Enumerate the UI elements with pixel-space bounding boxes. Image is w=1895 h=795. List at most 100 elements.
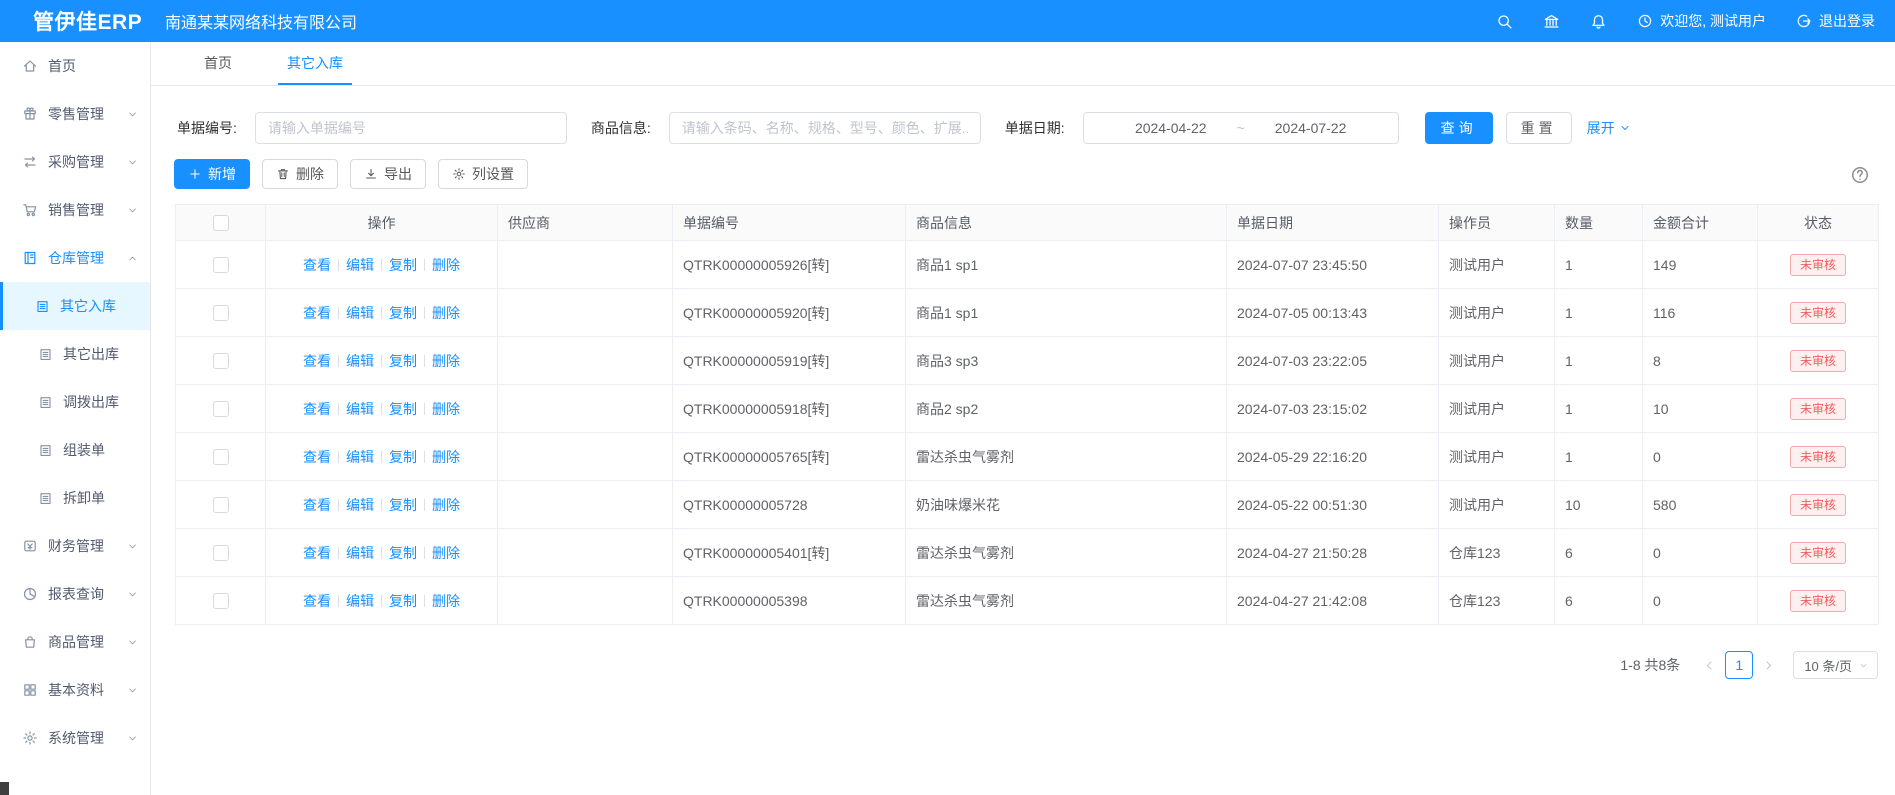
- action-edit-link[interactable]: 编辑: [346, 353, 374, 369]
- action-delete-link[interactable]: 删除: [432, 353, 460, 369]
- row-checkbox[interactable]: [213, 593, 229, 609]
- sidebar-item-basic-data[interactable]: 基本资料: [0, 666, 150, 714]
- sidebar-item-retail-mgmt[interactable]: 零售管理: [0, 90, 150, 138]
- welcome-user[interactable]: 欢迎您, 测试用户: [1637, 11, 1766, 31]
- row-checkbox[interactable]: [213, 401, 229, 417]
- search-icon[interactable]: [1496, 13, 1513, 30]
- cell-qty: 1: [1555, 289, 1643, 337]
- action-copy-link[interactable]: 复制: [389, 497, 417, 513]
- action-view-link[interactable]: 查看: [303, 353, 331, 369]
- action-copy-link[interactable]: 复制: [389, 545, 417, 561]
- export-button-label: 导出: [384, 164, 412, 184]
- sidebar-item-assembly-order[interactable]: 组装单: [0, 426, 150, 474]
- prev-page-icon[interactable]: [1703, 659, 1716, 672]
- row-checkbox[interactable]: [213, 353, 229, 369]
- date-range-picker[interactable]: 2024-04-22 ~ 2024-07-22: [1083, 112, 1399, 144]
- status-badge: 未审核: [1790, 302, 1846, 324]
- action-edit-link[interactable]: 编辑: [346, 593, 374, 609]
- chevron-down-icon: [127, 157, 138, 168]
- link-separator: [338, 499, 339, 511]
- row-checkbox[interactable]: [213, 545, 229, 561]
- row-checkbox[interactable]: [213, 305, 229, 321]
- sidebar-item-sales-mgmt[interactable]: 销售管理: [0, 186, 150, 234]
- row-checkbox[interactable]: [213, 449, 229, 465]
- sidebar-item-finance-mgmt[interactable]: 财务管理: [0, 522, 150, 570]
- doc-date-label: 单据日期:: [1005, 118, 1065, 138]
- action-edit-link[interactable]: 编辑: [346, 305, 374, 321]
- cell-amount: 0: [1643, 577, 1758, 625]
- action-copy-link[interactable]: 复制: [389, 449, 417, 465]
- date-to[interactable]: 2024-07-22: [1275, 120, 1347, 136]
- cell-qty: 10: [1555, 481, 1643, 529]
- sidebar-item-system-mgmt[interactable]: 系统管理: [0, 714, 150, 762]
- action-edit-link[interactable]: 编辑: [346, 401, 374, 417]
- action-copy-link[interactable]: 复制: [389, 401, 417, 417]
- action-view-link[interactable]: 查看: [303, 401, 331, 417]
- action-copy-link[interactable]: 复制: [389, 353, 417, 369]
- sidebar-item-disassembly-order[interactable]: 拆卸单: [0, 474, 150, 522]
- add-button[interactable]: 新增: [174, 159, 250, 189]
- search-button[interactable]: 查询: [1425, 112, 1493, 144]
- action-copy-link[interactable]: 复制: [389, 593, 417, 609]
- expand-link[interactable]: 展开: [1587, 118, 1631, 138]
- next-page-icon[interactable]: [1762, 659, 1775, 672]
- app-logo: 管伊佳ERP: [33, 11, 142, 34]
- bell-icon[interactable]: [1590, 13, 1607, 30]
- action-delete-link[interactable]: 删除: [432, 545, 460, 561]
- action-copy-link[interactable]: 复制: [389, 257, 417, 273]
- link-separator: [338, 355, 339, 367]
- column-header: 单据日期: [1227, 205, 1439, 241]
- action-view-link[interactable]: 查看: [303, 545, 331, 561]
- action-edit-link[interactable]: 编辑: [346, 449, 374, 465]
- page-number[interactable]: 1: [1725, 651, 1753, 679]
- tab-home[interactable]: 首页: [195, 42, 241, 85]
- action-delete-link[interactable]: 删除: [432, 593, 460, 609]
- table-wrap: 操作供应商单据编号商品信息单据日期操作员数量金额合计状态 查看编辑复制删除QTR…: [175, 204, 1878, 625]
- action-delete-link[interactable]: 删除: [432, 449, 460, 465]
- sidebar-item-other-inbound[interactable]: 其它入库: [0, 282, 150, 330]
- sidebar-item-product-mgmt[interactable]: 商品管理: [0, 618, 150, 666]
- sidebar-item-home[interactable]: 首页: [0, 42, 150, 90]
- sidebar-item-transfer-outbound[interactable]: 调拨出库: [0, 378, 150, 426]
- column-settings-button[interactable]: 列设置: [438, 159, 528, 189]
- action-delete-link[interactable]: 删除: [432, 305, 460, 321]
- sidebar-item-report-query[interactable]: 报表查询: [0, 570, 150, 618]
- sidebar-scrollbar-thumb[interactable]: [0, 782, 9, 795]
- cell-date: 2024-05-22 00:51:30: [1227, 481, 1439, 529]
- row-checkbox[interactable]: [213, 257, 229, 273]
- content-panel: 单据编号: 商品信息: 单据日期: 2024-04-22 ~ 2024-07-2…: [151, 86, 1895, 795]
- export-button[interactable]: 导出: [350, 159, 426, 189]
- help-icon[interactable]: [1850, 165, 1870, 185]
- action-view-link[interactable]: 查看: [303, 305, 331, 321]
- action-view-link[interactable]: 查看: [303, 497, 331, 513]
- action-delete-link[interactable]: 删除: [432, 257, 460, 273]
- delete-button[interactable]: 删除: [262, 159, 338, 189]
- row-checkbox[interactable]: [213, 497, 229, 513]
- reset-button[interactable]: 重置: [1506, 112, 1572, 144]
- select-all-checkbox[interactable]: [213, 215, 229, 231]
- pie-icon: [22, 586, 38, 602]
- chevron-down-icon: [127, 205, 138, 216]
- action-view-link[interactable]: 查看: [303, 593, 331, 609]
- bank-icon[interactable]: [1543, 13, 1560, 30]
- page-size-select[interactable]: 10 条/页: [1793, 651, 1878, 679]
- action-view-link[interactable]: 查看: [303, 257, 331, 273]
- action-edit-link[interactable]: 编辑: [346, 545, 374, 561]
- action-view-link[interactable]: 查看: [303, 449, 331, 465]
- action-edit-link[interactable]: 编辑: [346, 497, 374, 513]
- action-delete-link[interactable]: 删除: [432, 401, 460, 417]
- action-edit-link[interactable]: 编辑: [346, 257, 374, 273]
- pagination-total: 1-8 共8条: [1620, 655, 1680, 675]
- doc-no-input[interactable]: [255, 112, 567, 144]
- action-copy-link[interactable]: 复制: [389, 305, 417, 321]
- sidebar-item-other-outbound[interactable]: 其它出库: [0, 330, 150, 378]
- doc-icon: [35, 299, 50, 314]
- sidebar-item-warehouse-mgmt[interactable]: 仓库管理: [0, 234, 150, 282]
- tab-other-inbound[interactable]: 其它入库: [278, 42, 352, 85]
- chevron-down-icon: [127, 637, 138, 648]
- date-from[interactable]: 2024-04-22: [1135, 120, 1207, 136]
- sidebar-item-purchase-mgmt[interactable]: 采购管理: [0, 138, 150, 186]
- action-delete-link[interactable]: 删除: [432, 497, 460, 513]
- logout-button[interactable]: 退出登录: [1796, 11, 1875, 31]
- product-info-input[interactable]: [669, 112, 981, 144]
